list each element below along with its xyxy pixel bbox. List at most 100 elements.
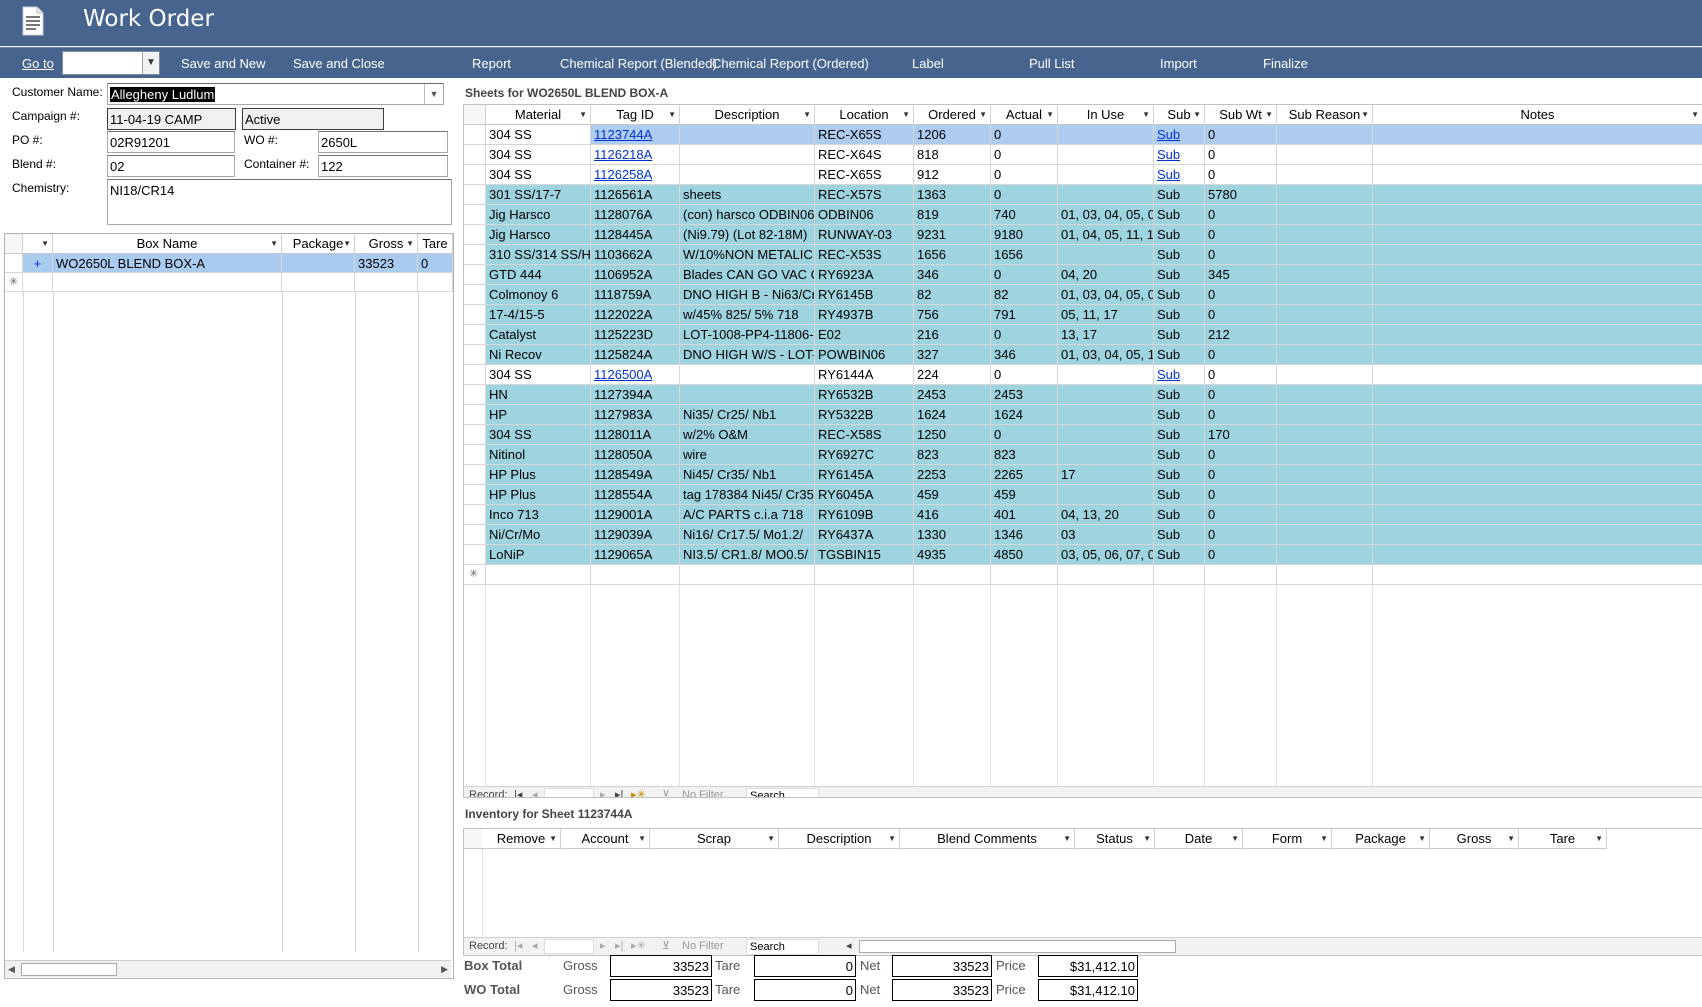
- horizontal-scrollbar[interactable]: ◀ ▶: [5, 960, 451, 977]
- record-selector[interactable]: [464, 165, 486, 185]
- chevron-down-icon[interactable]: ▼: [1142, 105, 1150, 124]
- sheet-notes-cell[interactable]: [1373, 405, 1702, 425]
- col-header-description[interactable]: Description ▼: [779, 829, 900, 849]
- sheet-actual-cell[interactable]: 459: [991, 485, 1058, 505]
- sheet-actual-cell[interactable]: 0: [991, 425, 1058, 445]
- goto-select[interactable]: ▼: [62, 51, 160, 75]
- sheet-ordered-cell[interactable]: 459: [914, 485, 991, 505]
- sheet-sub-wt-cell[interactable]: 0: [1205, 205, 1277, 225]
- sheet-notes-cell[interactable]: [1373, 485, 1702, 505]
- sheet-sub-reason-cell[interactable]: [1277, 505, 1373, 525]
- sheet-actual-cell[interactable]: 2453: [991, 385, 1058, 405]
- col-header-sub-reason[interactable]: Sub Reason ▼: [1277, 105, 1373, 125]
- col-header-description[interactable]: Description ▼: [680, 105, 815, 125]
- sheet-tag-id-cell[interactable]: 1128050A: [591, 445, 680, 465]
- sheet-sub-reason-cell[interactable]: [1277, 365, 1373, 385]
- sheet-sub-cell[interactable]: Sub: [1154, 305, 1205, 325]
- sheet-location-cell[interactable]: REC-X53S: [815, 245, 914, 265]
- sheet-location-cell[interactable]: RY6437A: [815, 525, 914, 545]
- sheet-ordered-cell[interactable]: 224: [914, 365, 991, 385]
- sheet-sub-cell[interactable]: Sub: [1154, 365, 1205, 385]
- sheet-material-cell[interactable]: Ni/Cr/Mo: [486, 525, 591, 545]
- sheet-ordered-cell[interactable]: 346: [914, 265, 991, 285]
- sheet-location-cell[interactable]: REC-X65S: [815, 125, 914, 145]
- record-selector[interactable]: [464, 245, 486, 265]
- new-record-nav-icon[interactable]: ▸✳: [631, 938, 646, 955]
- sheet-notes-cell[interactable]: [1373, 465, 1702, 485]
- sheet-row[interactable]: HP 1127983A Ni35/ Cr25/ Nb1 RY5322B 1624 1624…: [464, 405, 1702, 425]
- col-header-status[interactable]: Status ▼: [1075, 829, 1155, 849]
- sheet-sub-wt-cell[interactable]: 0: [1205, 365, 1277, 385]
- sheet-sub-cell[interactable]: Sub: [1154, 345, 1205, 365]
- sheet-actual-cell[interactable]: 0: [991, 165, 1058, 185]
- chevron-down-icon[interactable]: ▼: [1361, 105, 1369, 124]
- sheet-notes-cell[interactable]: [1373, 505, 1702, 525]
- sheet-sub-reason-cell[interactable]: [1277, 325, 1373, 345]
- sheet-material-cell[interactable]: 301 SS/17-7: [486, 185, 591, 205]
- sheet-material-cell[interactable]: Ni Recov: [486, 345, 591, 365]
- sheet-tag-id-cell[interactable]: 1126258A: [591, 165, 680, 185]
- sheet-sub-reason-cell[interactable]: [1277, 445, 1373, 465]
- scroll-right-icon[interactable]: ▶: [441, 961, 448, 977]
- sheet-description-cell[interactable]: A/C PARTS c.i.a 718: [680, 505, 815, 525]
- sheet-material-cell[interactable]: Jig Harsco: [486, 205, 591, 225]
- sheet-material-cell[interactable]: Colmonoy 6: [486, 285, 591, 305]
- box-tare-cell[interactable]: 0: [418, 254, 453, 273]
- sheet-row[interactable]: HP Plus 1128554A tag 178384 Ni45/ Cr35 RY60…: [464, 485, 1702, 505]
- sheet-ordered-cell[interactable]: 1330: [914, 525, 991, 545]
- sheet-row[interactable]: HP Plus 1128549A Ni45/ Cr35/ Nb1 RY6145A 225…: [464, 465, 1702, 485]
- sheet-sub-reason-cell[interactable]: [1277, 205, 1373, 225]
- sheet-location-cell[interactable]: E02: [815, 325, 914, 345]
- container-field[interactable]: 122: [318, 155, 448, 177]
- sheet-ordered-cell[interactable]: 4935: [914, 545, 991, 565]
- sheet-row[interactable]: 304 SS 1128011A w/2% O&M REC-X58S 1250 0 Sub 17…: [464, 425, 1702, 445]
- sheet-tag-id-cell[interactable]: 1127983A: [591, 405, 680, 425]
- sheet-sub-wt-cell[interactable]: 0: [1205, 125, 1277, 145]
- chevron-down-icon[interactable]: ▼: [1143, 829, 1151, 848]
- sheet-description-cell[interactable]: w/2% O&M: [680, 425, 815, 445]
- sheet-sub-wt-cell[interactable]: 0: [1205, 485, 1277, 505]
- sheet-actual-cell[interactable]: 1624: [991, 405, 1058, 425]
- sheet-in-use-cell[interactable]: 01, 03, 04, 05, 0: [1058, 285, 1154, 305]
- chevron-down-icon[interactable]: ▼: [579, 105, 587, 124]
- sheet-ordered-cell[interactable]: 912: [914, 165, 991, 185]
- sheet-in-use-cell[interactable]: 01, 03, 04, 05, 0: [1058, 205, 1154, 225]
- sheet-in-use-cell[interactable]: [1058, 185, 1154, 205]
- sheet-notes-cell[interactable]: [1373, 305, 1702, 325]
- sheet-sub-wt-cell[interactable]: 345: [1205, 265, 1277, 285]
- sheet-in-use-cell[interactable]: [1058, 405, 1154, 425]
- record-selector[interactable]: [464, 225, 486, 245]
- sheet-sub-reason-cell[interactable]: [1277, 465, 1373, 485]
- box-name-cell[interactable]: WO2650L BLEND BOX-A: [53, 254, 282, 273]
- box-package-cell[interactable]: [282, 254, 355, 273]
- record-selector[interactable]: [464, 325, 486, 345]
- col-header-remove[interactable]: Remove ▼: [482, 829, 561, 849]
- col-header-in-use[interactable]: In Use ▼: [1058, 105, 1154, 125]
- sheet-in-use-cell[interactable]: [1058, 145, 1154, 165]
- sheet-material-cell[interactable]: LoNiP: [486, 545, 591, 565]
- sheet-tag-id-cell[interactable]: 1128549A: [591, 465, 680, 485]
- sheet-tag-id-cell[interactable]: 1128076A: [591, 205, 680, 225]
- sheet-sub-cell[interactable]: Sub: [1154, 145, 1205, 165]
- next-record-icon[interactable]: ▸: [600, 938, 606, 955]
- sheet-sub-reason-cell[interactable]: [1277, 145, 1373, 165]
- sheet-row[interactable]: GTD 444 1106952A Blades CAN GO VAC C RY6923…: [464, 265, 1702, 285]
- record-selector[interactable]: [464, 205, 486, 225]
- chevron-down-icon[interactable]: ▼: [767, 829, 775, 848]
- sheet-sub-cell[interactable]: Sub: [1154, 505, 1205, 525]
- sheet-actual-cell[interactable]: 0: [991, 125, 1058, 145]
- scroll-left-icon[interactable]: ◀: [8, 961, 15, 977]
- sheet-notes-cell[interactable]: [1373, 525, 1702, 545]
- sheet-in-use-cell[interactable]: [1058, 425, 1154, 445]
- filter-icon[interactable]: ⊻: [662, 787, 670, 797]
- new-record-nav-icon[interactable]: ▸✳: [631, 787, 646, 797]
- chevron-down-icon[interactable]: ▼: [424, 84, 443, 104]
- sheet-material-cell[interactable]: HP Plus: [486, 465, 591, 485]
- chevron-down-icon[interactable]: ▼: [1691, 105, 1699, 124]
- sheet-sub-reason-cell[interactable]: [1277, 525, 1373, 545]
- chemical-report-blended-button[interactable]: Chemical Report (Blended): [560, 56, 717, 71]
- col-header-notes[interactable]: Notes ▼: [1373, 105, 1702, 125]
- chevron-down-icon[interactable]: ▼: [668, 105, 676, 124]
- sheet-ordered-cell[interactable]: 82: [914, 285, 991, 305]
- sheet-sub-reason-cell[interactable]: [1277, 245, 1373, 265]
